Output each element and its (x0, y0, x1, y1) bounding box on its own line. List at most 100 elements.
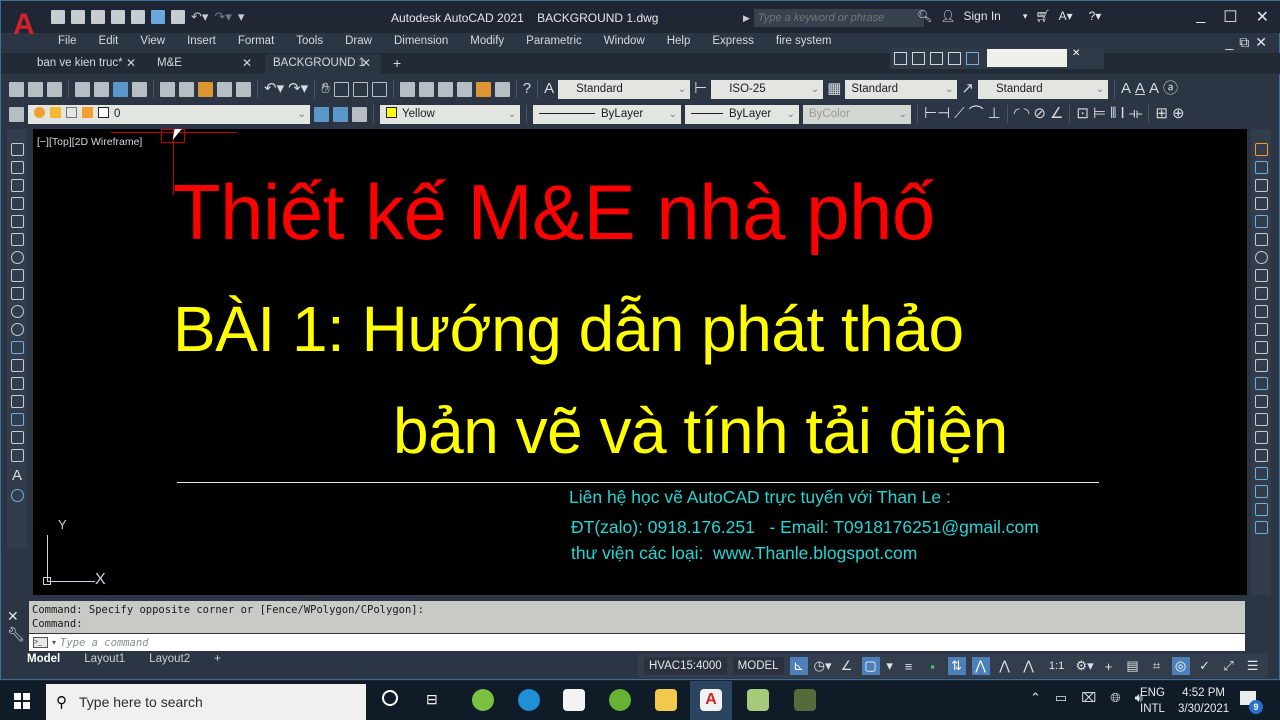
3d-dwf-icon[interactable] (132, 81, 147, 97)
drawing-canvas[interactable]: [−][Top][2D Wireframe] Thiết kế M&E nhà … (33, 129, 1247, 595)
text-style-select[interactable]: Standard ⌄ (558, 79, 691, 99)
circle-icon[interactable] (10, 251, 24, 264)
publish-icon[interactable] (113, 81, 128, 97)
clean-screen-icon[interactable]: ⤢ (1220, 657, 1238, 675)
continue-dimension-icon[interactable]: ⫴ (1110, 106, 1116, 122)
make-block-icon[interactable] (10, 359, 24, 372)
multileader-style-icon[interactable]: ↗ (961, 81, 974, 97)
user-icon[interactable]: 👤︎ (940, 9, 955, 23)
lineweight-display-icon[interactable]: ≡ (900, 657, 918, 675)
keyword-search-input[interactable] (753, 9, 924, 27)
color-select[interactable]: Yellow ⌄ (380, 104, 520, 124)
open-file-icon[interactable] (71, 10, 85, 24)
find-text-icon[interactable]: ⓐ (1163, 81, 1178, 97)
doc-close-icon[interactable]: ✕ (1255, 34, 1267, 51)
ellipse-icon[interactable] (10, 305, 24, 318)
menu-tools[interactable]: Tools (296, 33, 323, 51)
chamfer-icon[interactable] (1254, 395, 1268, 408)
command-close-icon[interactable]: ✕ (7, 607, 25, 625)
angular-dimension-icon[interactable]: ∠ (1050, 106, 1063, 122)
drawing-subtitle-line1[interactable]: BÀI 1: Hướng dẫn phát thảo (173, 289, 964, 369)
cut-icon[interactable] (160, 81, 175, 97)
divider-line[interactable] (177, 482, 1099, 483)
radius-dimension-icon[interactable]: ◜ (1014, 106, 1020, 122)
single-viewport-icon[interactable] (912, 51, 925, 65)
text-underline-icon[interactable]: A (1135, 81, 1145, 97)
command-prompt-icon[interactable]: >_ (33, 637, 48, 648)
draw-order-under-icon[interactable] (1254, 521, 1268, 534)
plotstyle-select[interactable]: ByColor ⌄ (803, 104, 911, 124)
windows-start-icon[interactable] (14, 693, 30, 709)
tab-m-and-e[interactable]: M&E ✕ (149, 54, 259, 74)
qnew-icon[interactable] (9, 81, 24, 97)
trim-icon[interactable] (1254, 305, 1268, 318)
contact-line-2[interactable]: ĐT(zalo): 0918.176.251 - Email: T0918176… (571, 516, 1039, 538)
network-icon[interactable]: 🌐︎ (1110, 690, 1120, 706)
annotation-scale-name[interactable]: HVAC15:4000 (644, 657, 727, 675)
multiline-text-icon[interactable]: A (12, 467, 22, 484)
baseline-dimension-icon[interactable]: ⊨ (1093, 106, 1106, 122)
plot-preview-icon[interactable] (94, 81, 109, 97)
redo-icon[interactable]: ↷▾ (214, 10, 231, 24)
copy-icon[interactable] (179, 81, 194, 97)
expand-caret-icon[interactable]: ▶ (743, 13, 750, 24)
quick-dimension-icon[interactable]: ⊡ (1076, 106, 1089, 122)
doc-restore-icon[interactable]: ⧉ (1239, 34, 1249, 51)
open-web-mobile-icon[interactable] (131, 10, 145, 24)
battery-icon[interactable]: ⌧ (1081, 690, 1096, 706)
rotate-icon[interactable] (1254, 251, 1268, 264)
mirror-icon[interactable] (1254, 179, 1268, 192)
draw-order-front-icon[interactable] (1254, 467, 1268, 480)
menu-window[interactable]: Window (604, 33, 645, 51)
drawing-subtitle-line2[interactable]: bản vẽ và tính tải điện (393, 391, 1008, 471)
recent-commands-dropdown-icon[interactable]: ▾ (52, 638, 56, 647)
ortho-icon[interactable]: ∠ (838, 657, 856, 675)
sign-in-button[interactable]: Sign In (963, 9, 1000, 23)
coc-coc-browser-icon[interactable] (472, 689, 494, 711)
menu-draw[interactable]: Draw (345, 33, 372, 51)
customization-menu-icon[interactable]: ☰ (1244, 657, 1262, 675)
snap-mode-icon[interactable]: ◷▾ (814, 657, 832, 675)
hardware-acceleration-icon[interactable]: ✓ (1196, 657, 1214, 675)
break-icon[interactable] (1254, 359, 1268, 372)
meet-now-icon[interactable]: ▭ (1055, 690, 1067, 706)
save-web-mobile-icon[interactable] (151, 10, 165, 24)
aligned-dimension-icon[interactable]: ⟋ (954, 106, 965, 122)
tab-layout2[interactable]: Layout2 (143, 653, 196, 665)
tab-ban-ve-kien-truc[interactable]: ban ve kien truc* ✕ (29, 54, 141, 74)
selection-cycling-icon[interactable]: ⇅ (947, 657, 966, 675)
undo-icon[interactable]: ↶▾ (264, 81, 284, 97)
file-explorer-icon[interactable] (655, 689, 677, 711)
model-space-button[interactable]: MODEL (732, 657, 784, 675)
autodesk-app-icon[interactable]: A▾ (1059, 9, 1073, 23)
search-icon[interactable]: 🔍︎ (917, 9, 932, 23)
explode-icon[interactable] (1254, 449, 1268, 462)
fillet-icon[interactable] (1254, 413, 1268, 426)
units-icon[interactable]: ▤ (1124, 657, 1142, 675)
menu-parametric[interactable]: Parametric (526, 33, 582, 51)
draw-order-back-icon[interactable] (1254, 485, 1268, 498)
break-at-point-icon[interactable] (1254, 341, 1268, 354)
annotation-scale-value[interactable]: 1:1 (1044, 657, 1070, 675)
revision-cloud-icon[interactable] (10, 269, 24, 282)
close-icon[interactable]: ✕ (1256, 7, 1269, 27)
layer-select[interactable]: 0 ⌄ (28, 104, 310, 124)
close-toolbar-icon[interactable]: ✕ (1072, 48, 1080, 59)
recorder-app-icon[interactable] (794, 689, 816, 711)
task-view-icon[interactable]: ⊟ (426, 691, 438, 708)
markup-set-manager-icon[interactable] (475, 81, 491, 97)
menu-fire-system[interactable]: fire system (776, 33, 832, 51)
new-tab-button[interactable]: + (385, 54, 409, 74)
input-language[interactable]: ENG INTL (1140, 685, 1165, 717)
edge-browser-icon[interactable] (518, 689, 540, 711)
annotation-visibility-icon[interactable]: ⋀ (971, 657, 990, 675)
undo-icon[interactable]: ↶▾ (191, 10, 208, 24)
menu-express[interactable]: Express (712, 33, 754, 51)
save-icon[interactable] (47, 81, 62, 97)
center-mark-icon[interactable]: ⊕ (1172, 106, 1185, 122)
dim-style-icon[interactable]: ⊢ (694, 81, 707, 97)
offset-icon[interactable] (1254, 197, 1268, 210)
close-tab-icon[interactable]: ✕ (361, 54, 371, 73)
taskbar-search[interactable]: ⚲ Type here to search (46, 684, 366, 720)
polyline-icon[interactable] (10, 179, 24, 192)
